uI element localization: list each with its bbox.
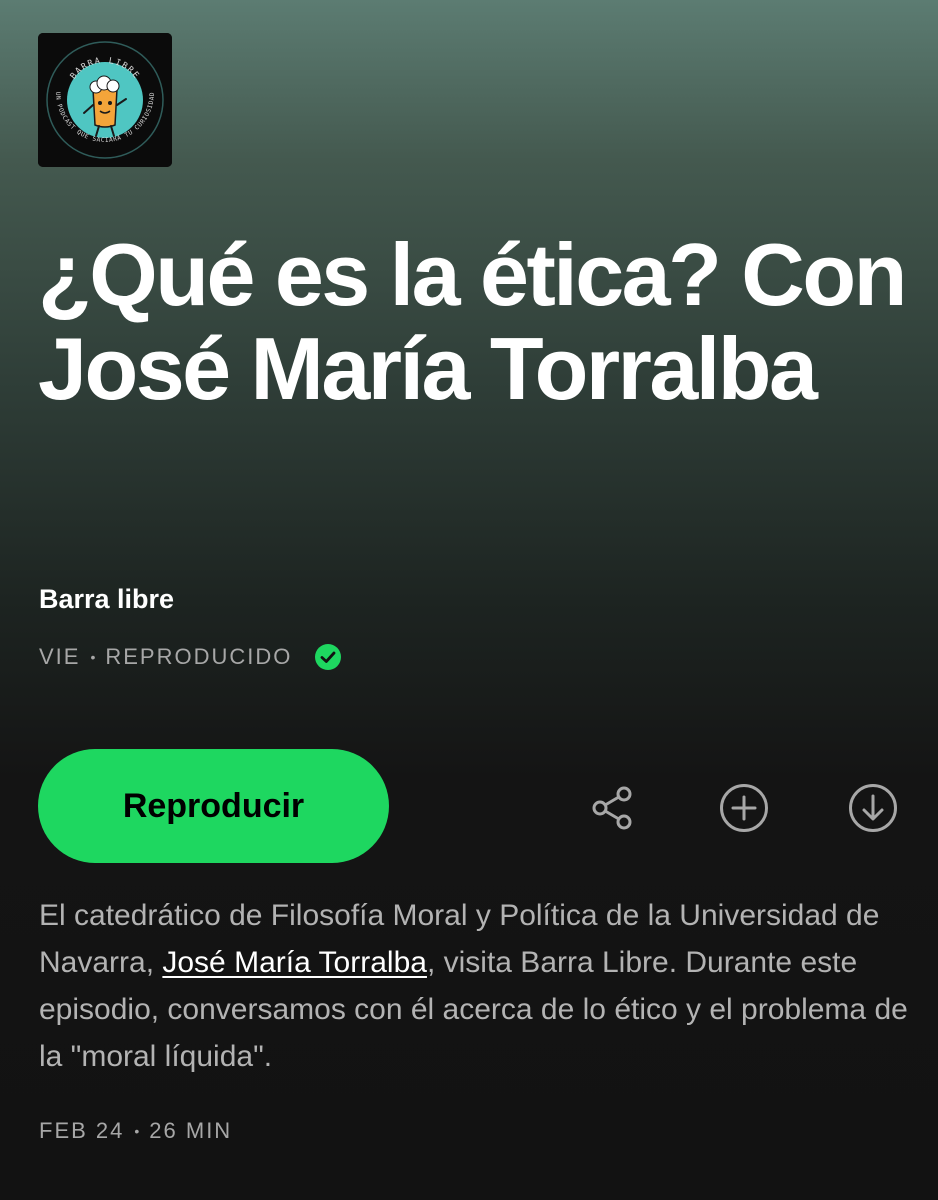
guest-link[interactable]: José María Torralba [162,946,427,979]
episode-duration: 26 MIN [149,1118,233,1143]
play-button[interactable]: Reproducir [38,749,389,863]
download-icon[interactable] [847,782,899,834]
footer-separator: • [134,1123,140,1139]
played-check-icon [314,643,342,671]
share-icon[interactable] [588,782,640,834]
release-day: VIE [39,644,81,669]
episode-meta: VIE • REPRODUCIDO [39,643,342,671]
add-to-library-icon[interactable] [718,782,770,834]
episode-date-duration: FEB 24 • 26 MIN [39,1118,232,1144]
episode-title: ¿Qué es la ética? Con José María Torralb… [38,225,907,418]
podcast-cover-art: BARRA LIBRE UN PODCAST QUE SACIARÁ TU CU… [38,33,172,167]
published-date: FEB 24 [39,1118,125,1143]
show-name-link[interactable]: Barra libre [39,584,174,615]
episode-description: El catedrático de Filosofía Moral y Polí… [39,892,919,1080]
meta-separator: • [90,649,96,665]
play-status: REPRODUCIDO [105,644,293,669]
